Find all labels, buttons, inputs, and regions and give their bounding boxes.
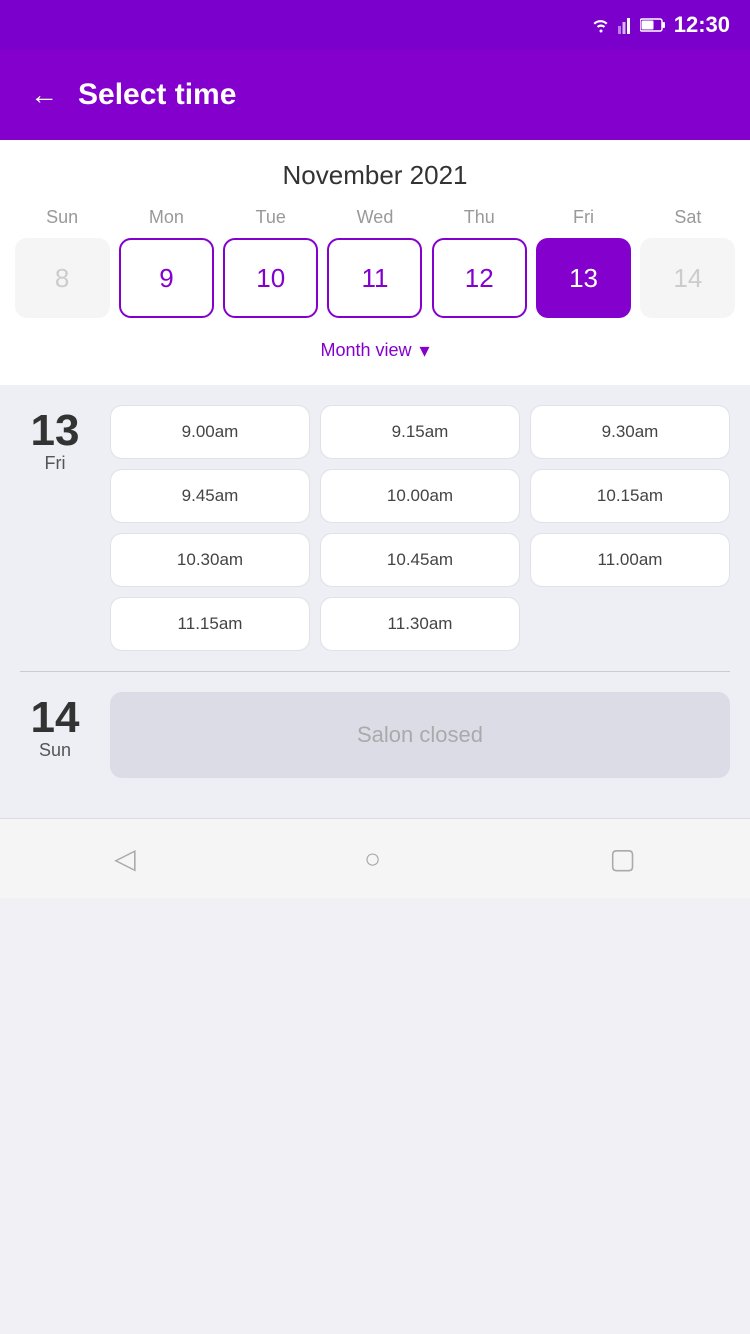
month-title: November 2021 [10,160,740,191]
weekday-wed: Wed [325,207,425,228]
day-13-name: Fri [45,453,66,474]
calendar-section: November 2021 Sun Mon Tue Wed Thu Fri Sa… [0,140,750,385]
nav-recent-button[interactable]: ▢ [609,842,635,875]
day-12[interactable]: 12 [432,238,527,318]
slot-1030am[interactable]: 10.30am [110,533,310,587]
clock-time: 12:30 [674,12,730,38]
weekday-sun: Sun [12,207,112,228]
slot-1130am[interactable]: 11.30am [320,597,520,651]
salon-closed-message: Salon closed [110,692,730,778]
day-9[interactable]: 9 [119,238,214,318]
signal-icon [618,16,634,34]
days-row: 8 9 10 11 12 13 14 [10,238,740,318]
chevron-down-icon: ▾ [420,338,430,363]
status-icons [590,16,666,34]
month-view-label: Month view [320,340,411,361]
status-bar: 12:30 [0,0,750,50]
wifi-icon [590,17,612,33]
page-title: Select time [78,78,236,112]
day-13-block: 13 Fri 9.00am 9.15am 9.30am 9.45am 10.00… [20,405,730,651]
day-14-block: 14 Sun Salon closed [20,692,730,778]
nav-back-button[interactable]: ◁ [114,842,136,875]
slot-1100am[interactable]: 11.00am [530,533,730,587]
day-8: 8 [15,238,110,318]
weekday-tue: Tue [221,207,321,228]
day-13-number: 13 [31,409,80,453]
day-14-label: 14 Sun [20,692,90,778]
back-button[interactable]: ← [30,79,58,111]
nav-bar: ◁ ○ ▢ [0,818,750,898]
slot-900am[interactable]: 9.00am [110,405,310,459]
nav-home-button[interactable]: ○ [364,843,381,875]
day-14-number: 14 [31,696,80,740]
salon-closed-label: Salon closed [357,722,483,748]
slot-1015am[interactable]: 10.15am [530,469,730,523]
day-14: 14 [640,238,735,318]
header: ← Select time [0,50,750,140]
slot-930am[interactable]: 9.30am [530,405,730,459]
section-divider [20,671,730,672]
slot-945am[interactable]: 9.45am [110,469,310,523]
day-13-label: 13 Fri [20,405,90,651]
weekday-sat: Sat [638,207,738,228]
day-11[interactable]: 11 [327,238,422,318]
day-14-name: Sun [39,740,71,761]
day-13[interactable]: 13 [536,238,631,318]
weekday-fri: Fri [534,207,634,228]
weekday-mon: Mon [116,207,216,228]
weekdays-row: Sun Mon Tue Wed Thu Fri Sat [10,207,740,228]
slot-1000am[interactable]: 10.00am [320,469,520,523]
timeslots-section: 13 Fri 9.00am 9.15am 9.30am 9.45am 10.00… [0,385,750,818]
month-view-toggle[interactable]: Month view ▾ [10,330,740,375]
slot-1045am[interactable]: 10.45am [320,533,520,587]
battery-icon [640,18,666,32]
slot-1115am[interactable]: 11.15am [110,597,310,651]
day-13-slots-grid: 9.00am 9.15am 9.30am 9.45am 10.00am 10.1… [110,405,730,651]
weekday-thu: Thu [429,207,529,228]
day-10[interactable]: 10 [223,238,318,318]
slot-915am[interactable]: 9.15am [320,405,520,459]
